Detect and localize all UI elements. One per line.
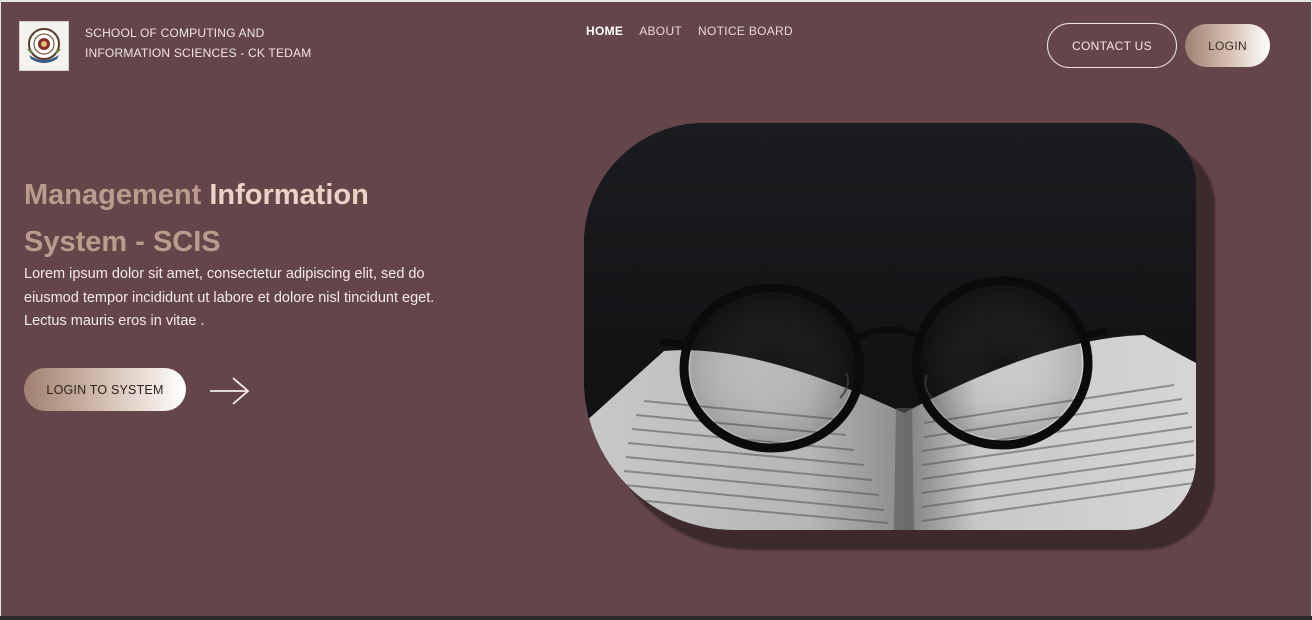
contact-us-button[interactable]: CONTACT US: [1047, 23, 1177, 68]
login-to-system-button[interactable]: LOGIN TO SYSTEM: [24, 368, 186, 411]
hero-image: [584, 123, 1196, 530]
main-nav: HOME ABOUT NOTICE BOARD: [586, 24, 793, 38]
page: SCHOOL OF COMPUTING AND INFORMATION SCIE…: [1, 2, 1311, 616]
school-name-line2: INFORMATION SCIENCES - CK TEDAM: [85, 46, 312, 60]
nav-about[interactable]: ABOUT: [639, 24, 682, 38]
glasses-on-book-icon: [584, 123, 1196, 530]
school-logo[interactable]: [19, 21, 69, 71]
school-crest-icon: [27, 28, 61, 63]
nav-home[interactable]: HOME: [586, 24, 623, 38]
hero-title-part3: System - SCIS: [24, 226, 221, 258]
nav-notice-board[interactable]: NOTICE BOARD: [698, 24, 793, 38]
bottom-border: [0, 616, 1312, 620]
school-name: SCHOOL OF COMPUTING AND INFORMATION SCIE…: [85, 23, 311, 63]
hero-title-part2: Information: [209, 179, 369, 211]
hero-description: Lorem ipsum dolor sit amet, consectetur …: [24, 266, 435, 329]
school-name-line1: SCHOOL OF COMPUTING AND: [85, 26, 265, 40]
hero-title: Management Information System - SCIS: [24, 172, 454, 266]
arrow-right-icon[interactable]: [209, 376, 251, 406]
login-button[interactable]: LOGIN: [1185, 24, 1270, 67]
hero-title-part1: Management: [24, 179, 202, 211]
